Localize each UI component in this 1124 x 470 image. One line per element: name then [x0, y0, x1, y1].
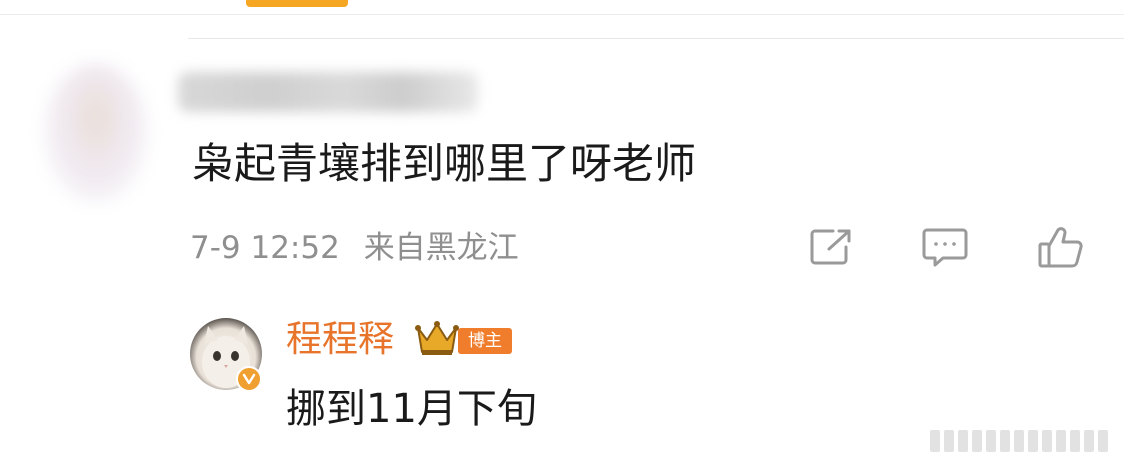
comment-location: 来自黑龙江	[363, 230, 519, 266]
share-icon[interactable]	[806, 224, 856, 270]
verified-icon	[236, 366, 262, 392]
crown-icon	[415, 321, 459, 355]
comment-meta: 7-9 12:52 来自黑龙江	[190, 228, 519, 268]
like-icon[interactable]	[1036, 224, 1086, 270]
divider	[0, 14, 1124, 15]
comment-date: 7-9 12:52	[190, 230, 340, 266]
blogger-name[interactable]: 程程释	[286, 318, 394, 362]
top-tab-indicator	[246, 0, 348, 7]
commenter-avatar[interactable]	[44, 64, 148, 202]
divider	[188, 38, 1124, 39]
blogger-badge: 博主	[458, 328, 512, 354]
comment-icon[interactable]	[920, 224, 970, 270]
commenter-name-redacted	[178, 72, 478, 112]
watermark	[930, 428, 1120, 454]
reply-text: 挪到11月下旬	[286, 386, 537, 432]
comment-text: 枭起青壤排到哪里了呀老师	[192, 139, 697, 188]
